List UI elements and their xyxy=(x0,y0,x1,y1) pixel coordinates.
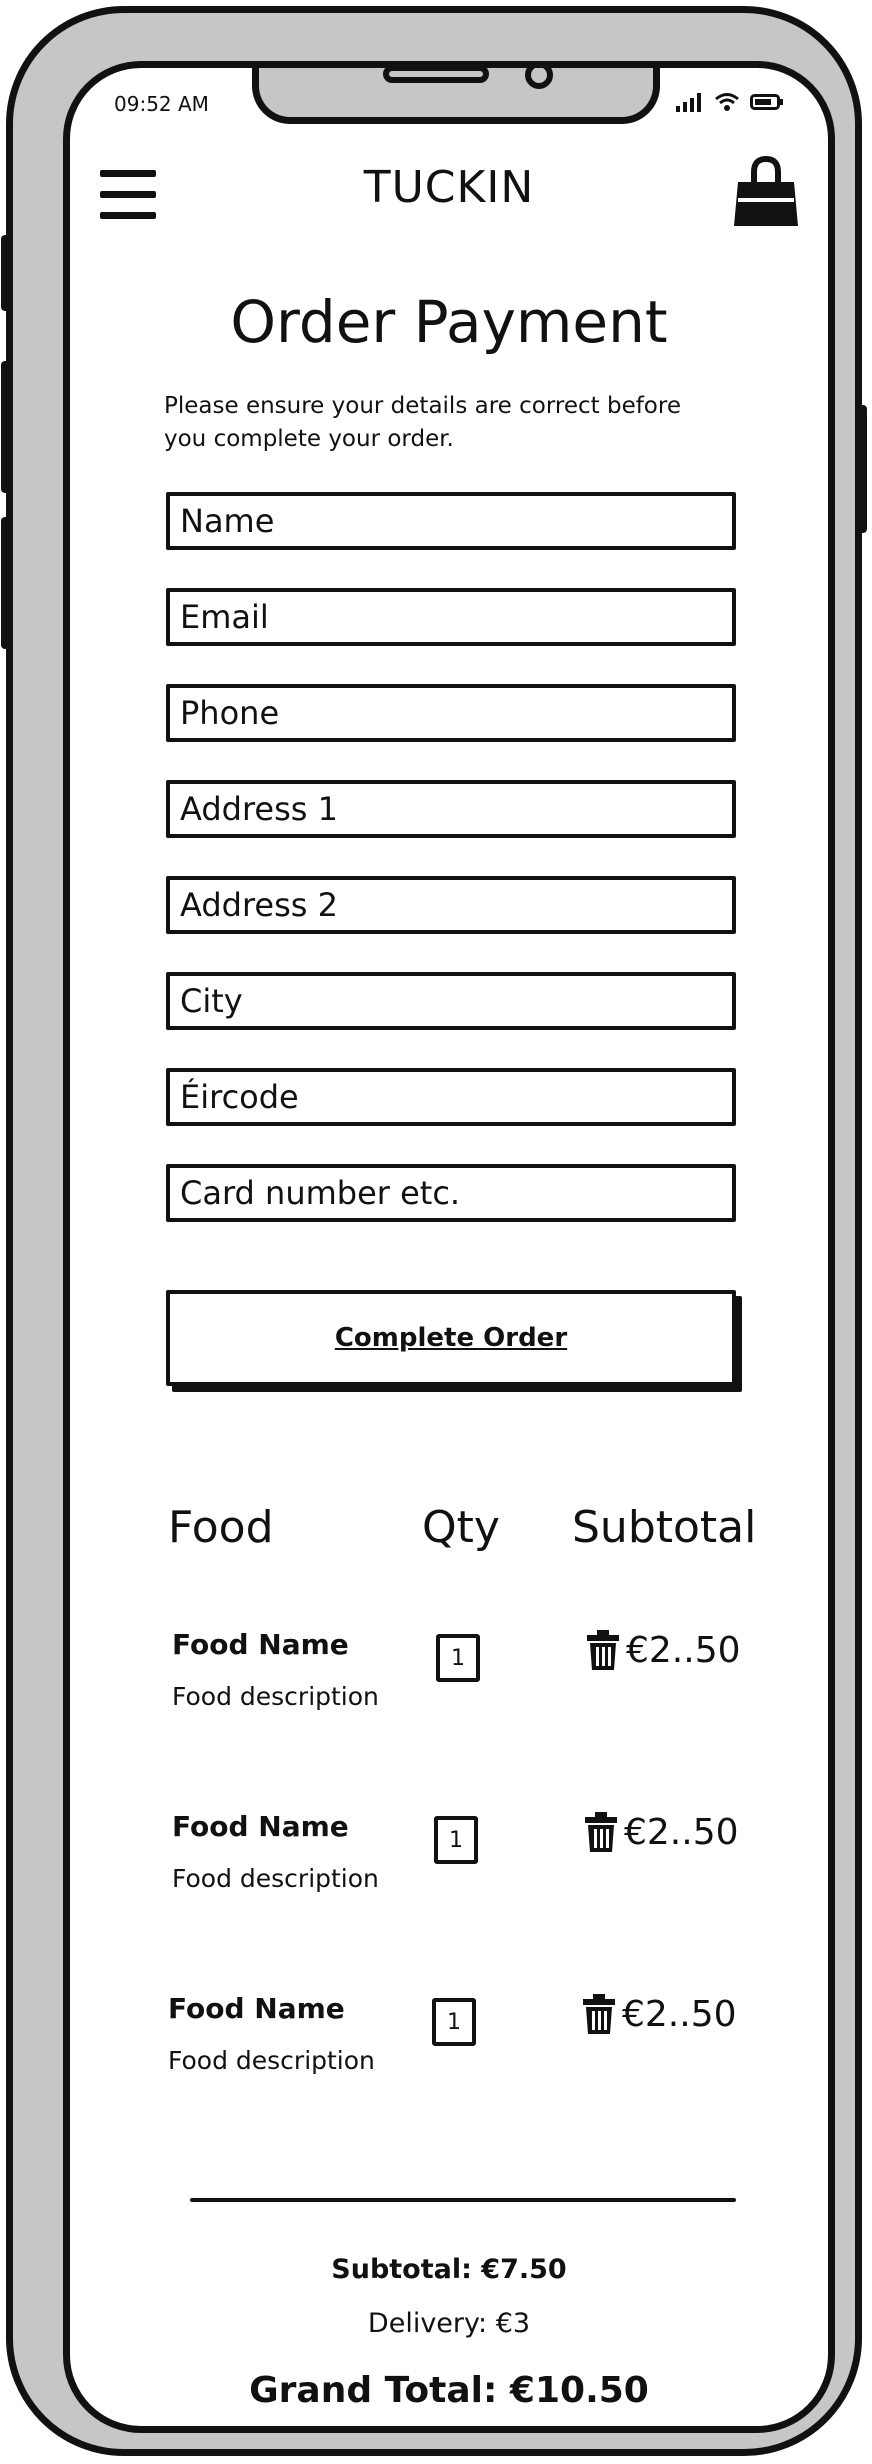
status-time: 09:52 AM xyxy=(114,92,209,116)
grand-total-text: Grand Total: €10.50 xyxy=(249,2370,649,2411)
phone-notch xyxy=(252,68,660,124)
side-button-power xyxy=(855,405,867,533)
app-header: TUCKIN xyxy=(70,156,828,236)
quantity-input[interactable] xyxy=(432,1998,476,2046)
speaker-grille xyxy=(383,68,489,83)
trash-icon[interactable] xyxy=(582,1994,616,2034)
quantity-input[interactable] xyxy=(434,1816,478,1864)
phone-field[interactable] xyxy=(166,684,736,742)
item-description: Food description xyxy=(172,1864,379,1893)
delivery-text: Delivery: €3 xyxy=(367,2308,531,2339)
name-field[interactable] xyxy=(166,492,736,550)
intro-text: Please ensure your details are correct b… xyxy=(164,390,764,456)
intro-line-2: you complete your order. xyxy=(164,426,454,452)
complete-order-button[interactable]: Complete Order xyxy=(166,1290,736,1386)
column-header-subtotal: Subtotal xyxy=(572,1502,757,1553)
column-header-food: Food xyxy=(168,1502,274,1553)
item-price: €2..50 xyxy=(624,1812,739,1853)
quantity-input[interactable] xyxy=(436,1634,480,1682)
intro-line-1: Please ensure your details are correct b… xyxy=(164,393,681,419)
item-name: Food Name xyxy=(168,1992,345,2025)
city-field[interactable] xyxy=(166,972,736,1030)
page-title: Order Payment xyxy=(230,288,668,356)
phone-screen: 09:52 AM TUCKIN Order Payment Please ens… xyxy=(63,61,835,2433)
totals-divider xyxy=(190,2198,736,2202)
shopping-bag-icon[interactable] xyxy=(732,156,800,228)
item-price: €2..50 xyxy=(626,1630,741,1671)
signal-icon xyxy=(676,93,701,112)
eircode-field[interactable] xyxy=(166,1068,736,1126)
email-field[interactable] xyxy=(166,588,736,646)
side-button-silent xyxy=(1,235,13,311)
status-icons xyxy=(676,92,784,112)
battery-icon xyxy=(750,94,783,110)
address-2-field[interactable] xyxy=(166,876,736,934)
trash-icon[interactable] xyxy=(586,1630,620,1670)
side-button-volume-down xyxy=(1,517,13,649)
side-button-volume-up xyxy=(1,361,13,493)
address-1-field[interactable] xyxy=(166,780,736,838)
brand-logo-text[interactable]: TUCKIN xyxy=(70,162,828,213)
item-name: Food Name xyxy=(172,1628,349,1661)
wifi-icon xyxy=(715,93,739,111)
item-price: €2..50 xyxy=(622,1994,737,2035)
column-header-qty: Qty xyxy=(422,1502,500,1553)
phone-frame: 09:52 AM TUCKIN Order Payment Please ens… xyxy=(1,6,867,2456)
trash-icon[interactable] xyxy=(584,1812,618,1852)
card-number-field[interactable] xyxy=(166,1164,736,1222)
item-description: Food description xyxy=(172,1682,379,1711)
item-name: Food Name xyxy=(172,1810,349,1843)
subtotal-text: Subtotal: €7.50 xyxy=(331,2254,567,2285)
front-camera xyxy=(525,68,553,89)
item-description: Food description xyxy=(168,2046,375,2075)
